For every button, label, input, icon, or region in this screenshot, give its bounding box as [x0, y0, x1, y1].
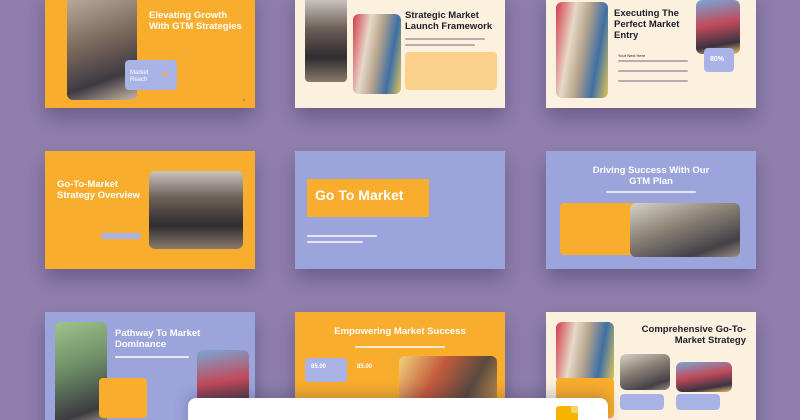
crowd-photo-1	[620, 354, 670, 390]
slide-title: Pathway To Market Dominance	[115, 328, 201, 350]
stat-value: 80%	[710, 56, 725, 63]
callout-dot	[163, 72, 167, 76]
slide-elevating-growth[interactable]: Elevating Growth With GTM Strategies Mar…	[45, 0, 255, 108]
slide-go-to-market[interactable]: Go To Market	[295, 151, 505, 269]
stat-value-1: 85.00	[311, 364, 327, 370]
slide-title: Go-To-Market Strategy Overview	[57, 179, 140, 201]
slide-title: Executing The Perfect Market Entry	[614, 8, 680, 41]
slide-gtm-overview[interactable]: Go-To-Market Strategy Overview	[45, 151, 255, 269]
page-number: 4	[242, 97, 245, 102]
slide-title: Elevating Growth With GTM Strategies	[149, 10, 242, 32]
text-box	[99, 378, 147, 418]
aisle-photo	[556, 322, 614, 382]
slide-title: Strategic Market Launch Framework	[405, 10, 493, 32]
caption-pill	[101, 233, 141, 239]
text-line	[115, 356, 189, 358]
city-photo	[676, 362, 732, 392]
market-photo	[305, 0, 347, 82]
slide-title: Comprehensive Go-To-Market Strategy	[641, 324, 746, 346]
slide-title: Empowering Market Success	[334, 326, 466, 337]
text-line	[618, 80, 688, 82]
text-line	[355, 346, 445, 348]
text-line	[606, 191, 696, 193]
slide-strategic-market[interactable]: Strategic Market Launch Framework	[295, 0, 505, 108]
city-photo	[696, 0, 740, 54]
slide-title: Driving Success With Our GTM Plan	[592, 165, 710, 187]
aisle-photo	[556, 2, 608, 98]
text-line	[618, 70, 688, 72]
caption-box-2	[676, 394, 720, 410]
text-line	[618, 60, 688, 62]
market-hall-photo	[149, 171, 243, 249]
text-line	[307, 235, 377, 237]
stat-value-2: 85.00	[357, 364, 373, 370]
bottom-title-card	[188, 398, 608, 420]
text-line	[405, 38, 485, 40]
text-line	[307, 241, 363, 243]
aisle-photo	[353, 14, 401, 94]
text-line	[405, 44, 475, 46]
crowd-photo	[630, 203, 740, 257]
slide-driving-success[interactable]: Driving Success With Our GTM Plan	[546, 151, 756, 269]
caption-box-1	[620, 394, 664, 410]
google-slides-icon	[556, 406, 578, 420]
bullet-list-box	[405, 52, 497, 90]
text-box	[560, 203, 640, 255]
slide-executing-entry[interactable]: Executing The Perfect Market Entry 80% Y…	[546, 0, 756, 108]
callout-label: Market Reach	[130, 70, 149, 83]
slide-title: Go To Market	[315, 187, 404, 203]
